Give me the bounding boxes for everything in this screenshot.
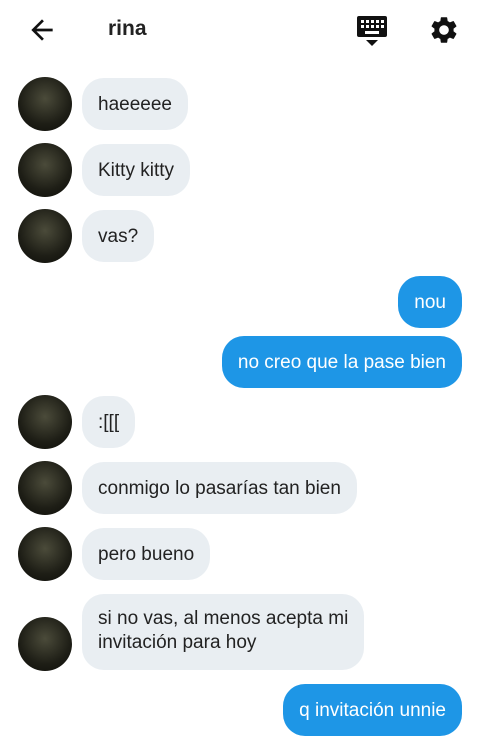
message-bubble-incoming: si no vas, al menos acepta mi invitación… [82,594,365,670]
gear-icon[interactable] [428,14,460,46]
avatar[interactable] [18,143,72,197]
message-bubble-outgoing: no creo que la pase bien [221,336,462,388]
arrow-left-icon[interactable] [26,14,58,46]
message-bubble-incoming: pero bueno [82,528,211,580]
top-bar: rina [0,0,480,62]
avatar[interactable] [18,527,72,581]
message-bubble-outgoing: q invitación unnie [283,684,462,736]
avatar[interactable] [18,209,72,263]
avatar[interactable] [18,77,72,131]
avatar[interactable] [18,617,72,671]
keyboard-icon[interactable] [355,13,389,49]
message-bubble-incoming: haeeeee [82,78,188,130]
avatar[interactable] [18,461,72,515]
avatar[interactable] [18,395,72,449]
message-bubble-incoming: Kitty kitty [82,144,191,196]
conversation-title: rina [108,17,147,40]
message-bubble-incoming: conmigo lo pasarías tan bien [82,462,357,514]
message-bubble-outgoing: nou [398,276,462,328]
message-bubble-incoming: vas? [82,210,155,262]
message-bubble-incoming: :[[[ [82,396,136,448]
